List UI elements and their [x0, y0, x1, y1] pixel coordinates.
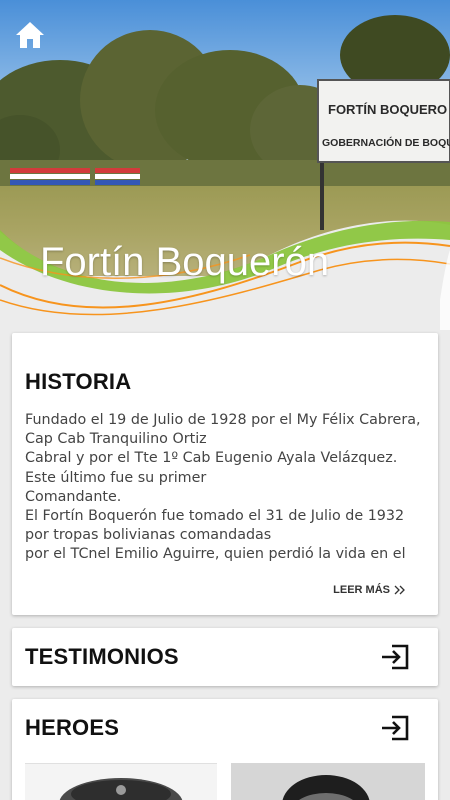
portrait-image [59, 778, 183, 800]
sign-line-1: FORTÍN BOQUERO [328, 102, 447, 117]
enter-icon[interactable] [380, 643, 410, 671]
historia-line: por el TCnel Emilio Aguirre, quien perdi… [25, 546, 406, 563]
historia-line: Este último fue su primer [25, 469, 207, 486]
read-more-button[interactable]: LEER MÁS [333, 584, 406, 596]
read-more-label: LEER MÁS [333, 584, 390, 596]
historia-line: Cabral y por el Tte 1º Cab Eugenio Ayala… [25, 450, 398, 467]
portrait-image [231, 763, 425, 800]
historia-line: Comandante. [25, 488, 122, 505]
testimonios-card[interactable]: TESTIMONIOS [12, 628, 438, 686]
hero-banner: FORTÍN BOQUERO GOBERNACIÓN DE BOQUE Fort… [0, 0, 450, 330]
double-chevron-right-icon [394, 585, 405, 595]
page-title: Fortín Boquerón [40, 240, 330, 284]
historia-line: El Fortín Boquerón fue tomado el 31 de J… [25, 508, 405, 525]
heroes-title: HEROES [25, 715, 120, 740]
home-button[interactable] [14, 20, 46, 50]
historia-text: Fundado el 19 de Julio de 1928 por el My… [25, 411, 429, 567]
sign-line-2: GOBERNACIÓN DE BOQUE [322, 136, 450, 149]
historia-line: por tropas bolivianas comandadas [25, 527, 272, 544]
home-icon [16, 22, 44, 48]
historia-card: HISTORIA Fundado el 19 de Julio de 1928 … [12, 333, 438, 615]
historia-line: Fundado el 19 de Julio de 1928 por el My… [25, 412, 421, 428]
enter-icon[interactable] [380, 714, 410, 742]
hero-portrait-1[interactable] [25, 763, 217, 800]
heroes-card[interactable]: HEROES [12, 699, 438, 800]
testimonios-title: TESTIMONIOS [25, 644, 179, 669]
historia-title: HISTORIA [25, 369, 132, 394]
historia-line: Cap Cab Tranquilino Ortiz [25, 431, 207, 448]
hero-portrait-2[interactable] [231, 763, 425, 800]
